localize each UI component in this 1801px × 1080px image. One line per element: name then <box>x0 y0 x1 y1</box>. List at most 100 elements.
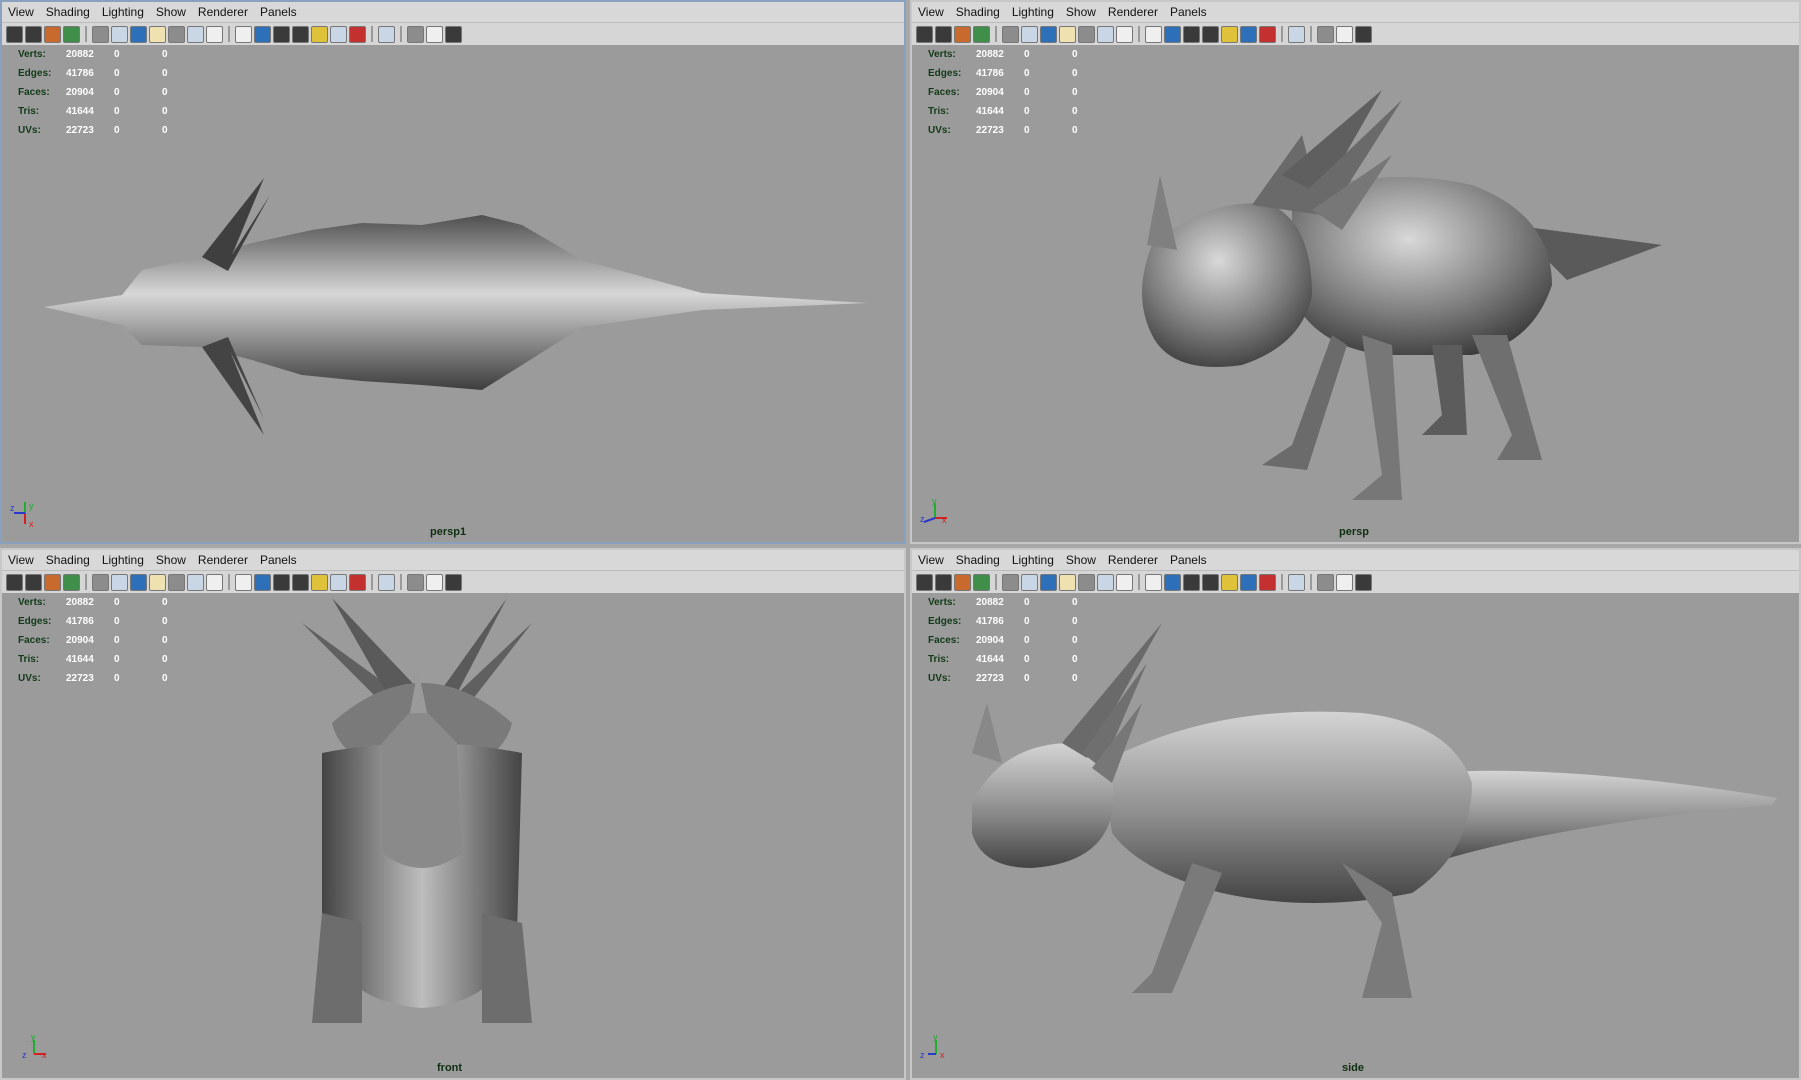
menu-renderer[interactable]: Renderer <box>192 5 254 19</box>
bookmark-icon[interactable] <box>44 25 61 43</box>
resolution-gate-icon[interactable] <box>1040 25 1057 43</box>
panel-front[interactable]: View Shading Lighting Show Renderer Pane… <box>0 548 906 1080</box>
render-icon[interactable] <box>1355 573 1372 591</box>
grid-icon[interactable] <box>92 573 109 591</box>
menu-panels[interactable]: Panels <box>1164 5 1213 19</box>
lights-icon[interactable] <box>1221 573 1238 591</box>
camera-icon[interactable] <box>6 573 23 591</box>
text-icon[interactable] <box>206 25 223 43</box>
menu-lighting[interactable]: Lighting <box>96 5 150 19</box>
smooth-shade-icon[interactable] <box>254 573 271 591</box>
safe-title-icon[interactable] <box>1097 573 1114 591</box>
render-icon[interactable] <box>445 573 462 591</box>
xray-icon[interactable] <box>349 25 366 43</box>
menu-lighting[interactable]: Lighting <box>1006 553 1060 567</box>
camera-attr-icon[interactable] <box>935 25 952 43</box>
safe-action-icon[interactable] <box>1078 573 1095 591</box>
wireframe-icon[interactable] <box>235 573 252 591</box>
panel-persp[interactable]: View Shading Lighting Show Renderer Pane… <box>910 0 1801 544</box>
safe-action-icon[interactable] <box>168 573 185 591</box>
menu-show[interactable]: Show <box>1060 553 1102 567</box>
resolution-gate-icon[interactable] <box>130 25 147 43</box>
resolution-gate-icon[interactable] <box>130 573 147 591</box>
hud-icon[interactable] <box>407 25 424 43</box>
wireframe-icon[interactable] <box>1145 573 1162 591</box>
field-chart-icon[interactable] <box>149 25 166 43</box>
smooth-shade-all-icon[interactable] <box>273 573 290 591</box>
lights-icon[interactable] <box>1221 25 1238 43</box>
bookmark-icon[interactable] <box>954 25 971 43</box>
menu-panels[interactable]: Panels <box>1164 553 1213 567</box>
grid-toggle-icon[interactable] <box>426 25 443 43</box>
camera-icon[interactable] <box>916 25 933 43</box>
menu-renderer[interactable]: Renderer <box>1102 553 1164 567</box>
menu-shading[interactable]: Shading <box>950 553 1006 567</box>
menu-panels[interactable]: Panels <box>254 553 303 567</box>
hud-icon[interactable] <box>407 573 424 591</box>
image-plane-icon[interactable] <box>973 573 990 591</box>
text-icon[interactable] <box>206 573 223 591</box>
field-chart-icon[interactable] <box>149 573 166 591</box>
grid-icon[interactable] <box>1002 573 1019 591</box>
camera-attr-icon[interactable] <box>25 573 42 591</box>
grid-toggle-icon[interactable] <box>1336 573 1353 591</box>
render-icon[interactable] <box>445 25 462 43</box>
safe-action-icon[interactable] <box>1078 25 1095 43</box>
smooth-shade-all-icon[interactable] <box>1183 25 1200 43</box>
flat-shade-icon[interactable] <box>292 25 309 43</box>
hud-icon[interactable] <box>1317 573 1334 591</box>
menu-shading[interactable]: Shading <box>950 5 1006 19</box>
smooth-shade-all-icon[interactable] <box>273 25 290 43</box>
bookmark-icon[interactable] <box>44 573 61 591</box>
textured-icon[interactable] <box>330 573 347 591</box>
safe-title-icon[interactable] <box>187 25 204 43</box>
image-plane-icon[interactable] <box>63 573 80 591</box>
bookmark-icon[interactable] <box>954 573 971 591</box>
wireframe-icon[interactable] <box>235 25 252 43</box>
field-chart-icon[interactable] <box>1059 573 1076 591</box>
menu-view[interactable]: View <box>912 553 950 567</box>
menu-shading[interactable]: Shading <box>40 553 96 567</box>
menu-shading[interactable]: Shading <box>40 5 96 19</box>
viewport-side[interactable]: Verts: 20882 0 0 Edges: 41786 0 0 Faces: 20904 0… <box>912 593 1799 1078</box>
wireframe-icon[interactable] <box>1145 25 1162 43</box>
menu-renderer[interactable]: Renderer <box>192 553 254 567</box>
grid-icon[interactable] <box>92 25 109 43</box>
viewport-front[interactable]: Verts: 20882 0 0 Edges: 41786 0 0 Faces: 20904 0… <box>2 593 904 1078</box>
flat-shade-icon[interactable] <box>1202 25 1219 43</box>
film-gate-icon[interactable] <box>1021 573 1038 591</box>
film-gate-icon[interactable] <box>111 573 128 591</box>
isolate-icon[interactable] <box>1288 25 1305 43</box>
menu-view[interactable]: View <box>2 5 40 19</box>
viewport-persp1[interactable]: Verts: 20882 0 0 Edges: 41786 0 0 Faces: 20904 0… <box>2 45 904 542</box>
flat-shade-icon[interactable] <box>292 573 309 591</box>
xray-icon[interactable] <box>349 573 366 591</box>
menu-lighting[interactable]: Lighting <box>96 553 150 567</box>
textured-icon[interactable] <box>1240 573 1257 591</box>
panel-side[interactable]: View Shading Lighting Show Renderer Pane… <box>910 548 1801 1080</box>
safe-title-icon[interactable] <box>1097 25 1114 43</box>
xray-icon[interactable] <box>1259 573 1276 591</box>
text-icon[interactable] <box>1116 25 1133 43</box>
smooth-shade-icon[interactable] <box>1164 25 1181 43</box>
text-icon[interactable] <box>1116 573 1133 591</box>
menu-show[interactable]: Show <box>150 553 192 567</box>
grid-toggle-icon[interactable] <box>1336 25 1353 43</box>
hud-icon[interactable] <box>1317 25 1334 43</box>
film-gate-icon[interactable] <box>1021 25 1038 43</box>
safe-title-icon[interactable] <box>187 573 204 591</box>
image-plane-icon[interactable] <box>63 25 80 43</box>
image-plane-icon[interactable] <box>973 25 990 43</box>
textured-icon[interactable] <box>1240 25 1257 43</box>
smooth-shade-icon[interactable] <box>1164 573 1181 591</box>
render-icon[interactable] <box>1355 25 1372 43</box>
menu-renderer[interactable]: Renderer <box>1102 5 1164 19</box>
menu-lighting[interactable]: Lighting <box>1006 5 1060 19</box>
smooth-shade-icon[interactable] <box>254 25 271 43</box>
xray-icon[interactable] <box>1259 25 1276 43</box>
camera-icon[interactable] <box>916 573 933 591</box>
grid-toggle-icon[interactable] <box>426 573 443 591</box>
textured-icon[interactable] <box>330 25 347 43</box>
flat-shade-icon[interactable] <box>1202 573 1219 591</box>
smooth-shade-all-icon[interactable] <box>1183 573 1200 591</box>
